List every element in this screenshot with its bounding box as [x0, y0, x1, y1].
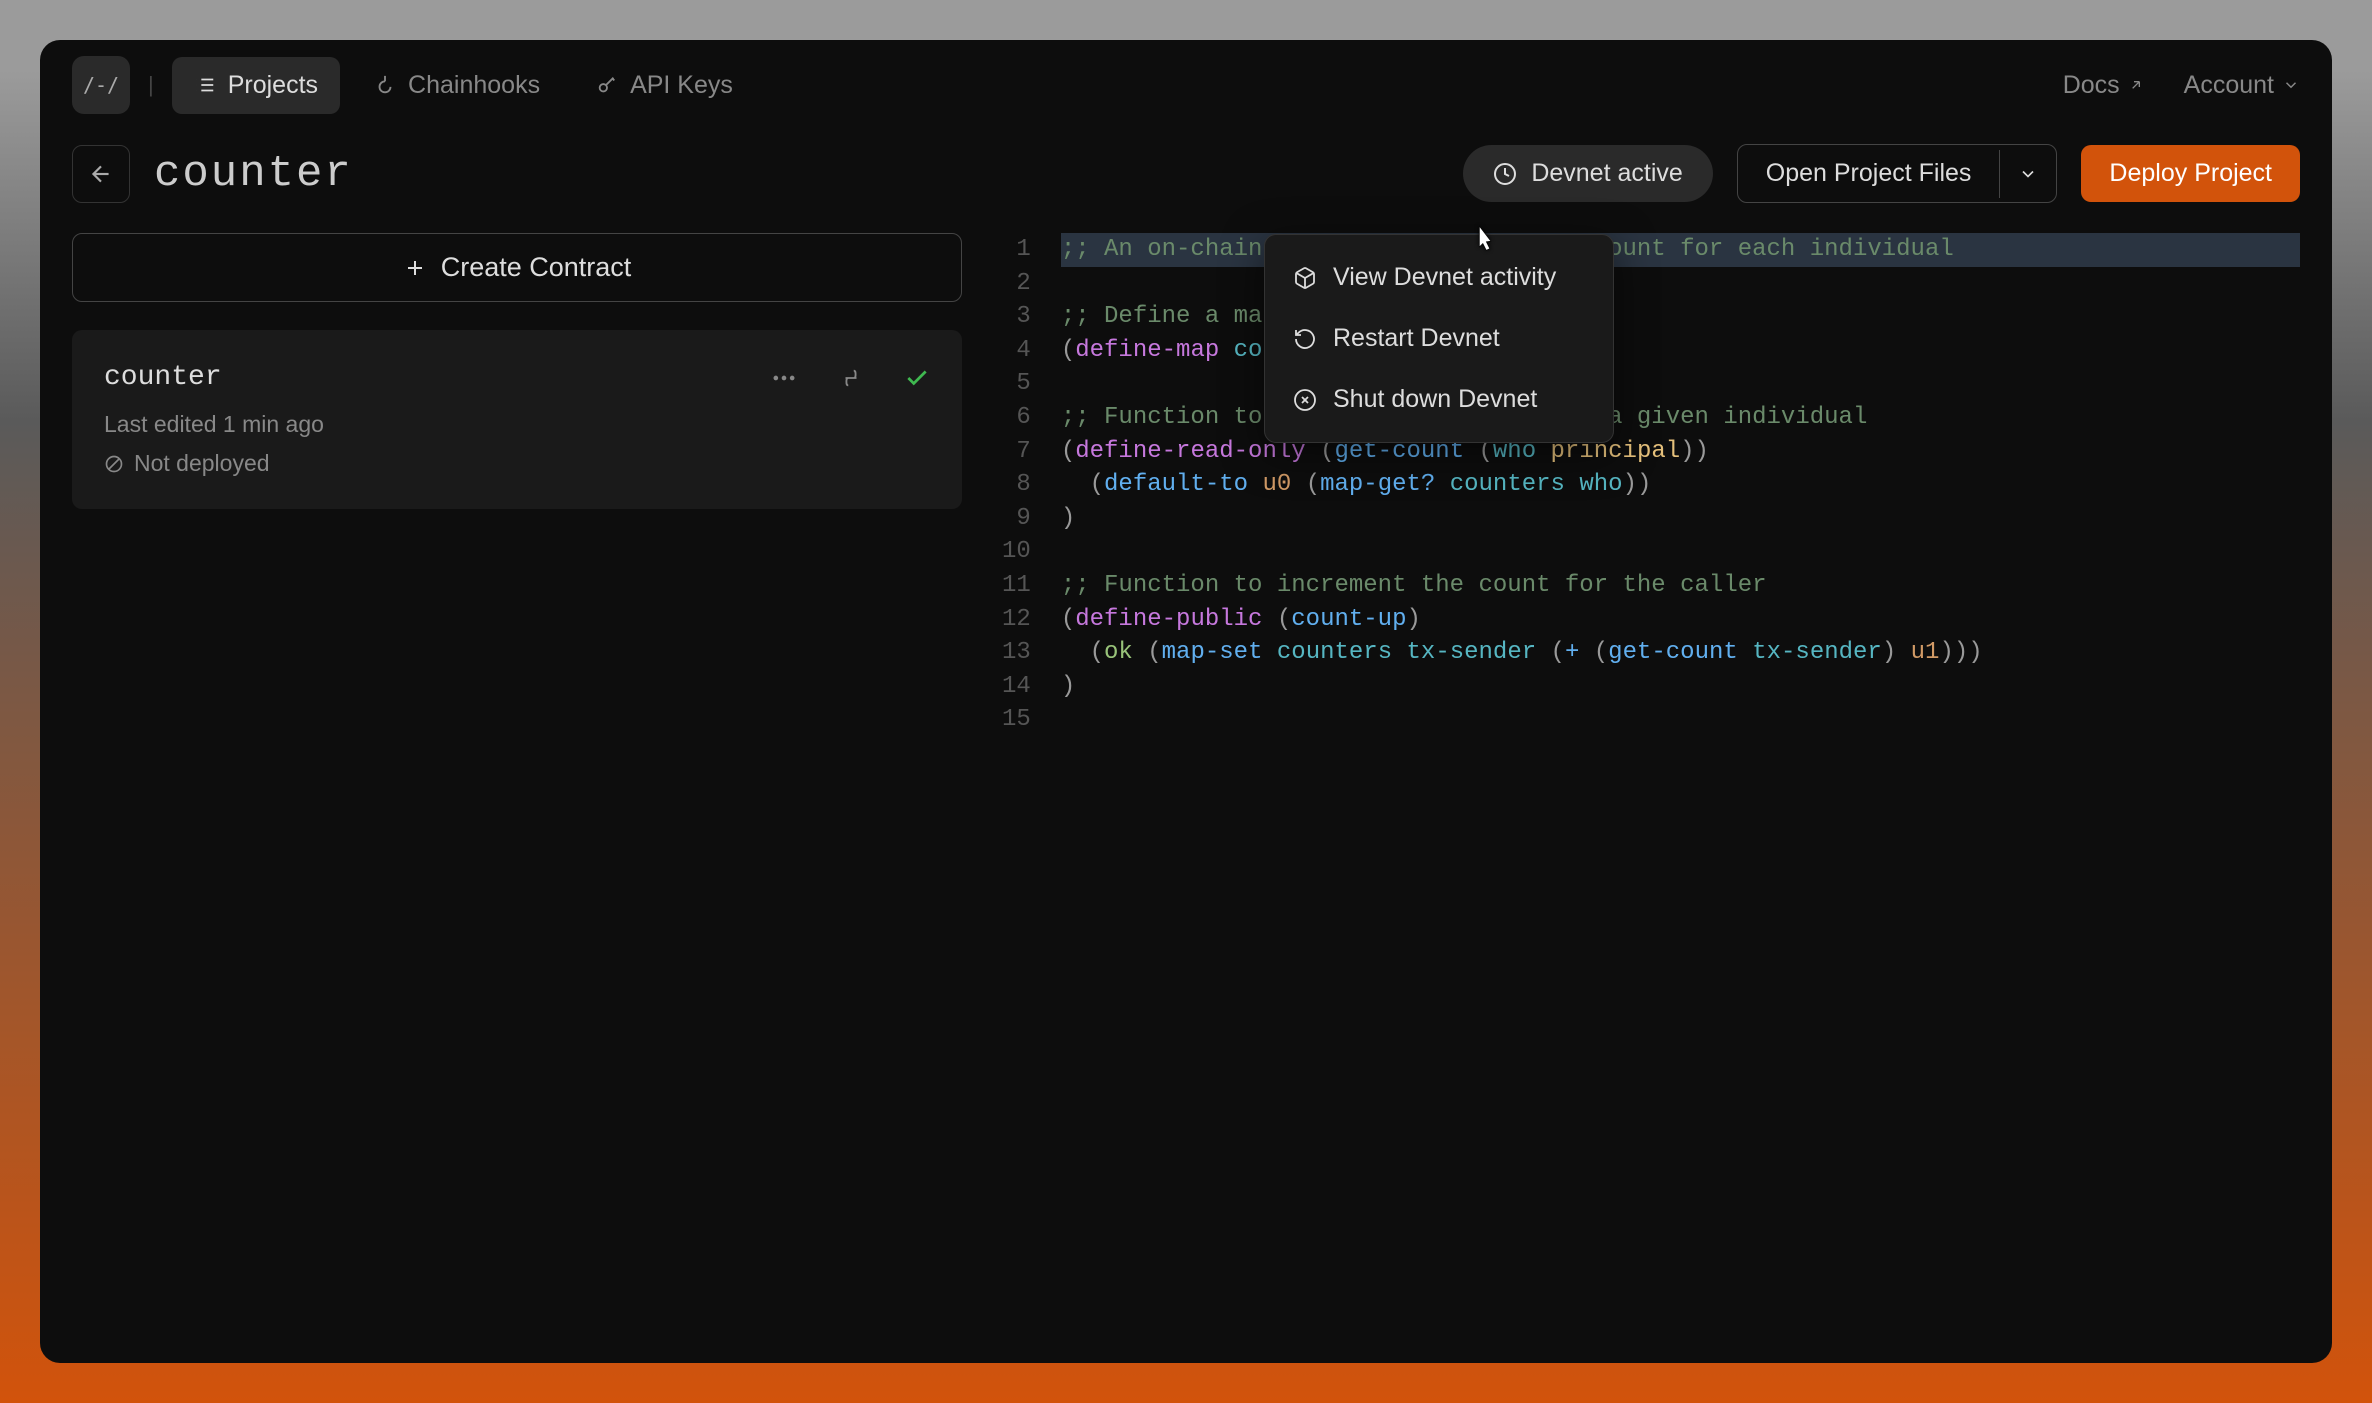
code-line[interactable]: ;; Define a map data structure: [1061, 300, 2300, 334]
devnet-status-button[interactable]: Devnet active: [1463, 145, 1712, 202]
app-window: /-/ | Projects Chainhooks API Keys Docs …: [40, 40, 2332, 1363]
code-line[interactable]: (default-to u0 (map-get? counters who)): [1061, 468, 2300, 502]
external-link-icon: [2128, 77, 2144, 93]
code-line[interactable]: [1061, 535, 2300, 569]
main-content: Create Contract counter: [72, 233, 2300, 1331]
open-project-files-button[interactable]: Open Project Files: [1737, 144, 2058, 203]
devnet-dropdown: View Devnet activity Restart Devnet Shut…: [1264, 234, 1614, 443]
nav-apikeys[interactable]: API Keys: [574, 57, 755, 114]
check-button[interactable]: [904, 365, 930, 391]
code-line[interactable]: [1061, 703, 2300, 737]
back-button[interactable]: [72, 145, 130, 203]
more-button[interactable]: [770, 364, 798, 392]
circle-slash-icon: [104, 454, 124, 474]
create-contract-button[interactable]: Create Contract: [72, 233, 962, 302]
code-line[interactable]: (ok (map-set counters tx-sender (+ (get-…: [1061, 636, 2300, 670]
line-gutter: 123456789101112131415: [1002, 233, 1061, 1331]
check-icon: [904, 365, 930, 391]
logo[interactable]: /-/: [72, 56, 130, 114]
hook-icon: [374, 74, 396, 96]
dropdown-shutdown[interactable]: Shut down Devnet: [1265, 369, 1613, 430]
key-icon: [596, 74, 618, 96]
deployment-status: Not deployed: [104, 450, 930, 477]
code-line[interactable]: ): [1061, 670, 2300, 704]
project-header: counter Devnet active Open Project Files…: [72, 130, 2300, 233]
chevron-down-icon: [2282, 76, 2300, 94]
deploy-project-button[interactable]: Deploy Project: [2081, 145, 2300, 202]
content-area: counter Devnet active Open Project Files…: [40, 130, 2332, 1363]
cube-icon: [1293, 266, 1317, 290]
function-button[interactable]: [840, 365, 862, 391]
nav-docs[interactable]: Docs: [2063, 71, 2144, 100]
code-line[interactable]: ;; An on-chain counter that stores a cou…: [1061, 233, 2300, 267]
plus-icon: [403, 256, 427, 280]
code-line[interactable]: (define-read-only (get-count (who princi…: [1061, 435, 2300, 469]
project-title: counter: [154, 149, 353, 199]
list-icon: [194, 74, 216, 96]
code-line[interactable]: [1061, 367, 2300, 401]
nav-item-label: Projects: [228, 71, 318, 100]
code-line[interactable]: ;; Function to retrieve the count for a …: [1061, 401, 2300, 435]
dropdown-view-activity[interactable]: View Devnet activity: [1265, 247, 1613, 308]
nav-bar: /-/ | Projects Chainhooks API Keys Docs …: [40, 40, 2332, 130]
contract-card[interactable]: counter Last: [72, 330, 962, 509]
x-circle-icon: [1293, 388, 1317, 412]
code-line[interactable]: [1061, 267, 2300, 301]
function-icon: [840, 365, 862, 391]
nav-account[interactable]: Account: [2184, 71, 2300, 100]
code-editor[interactable]: 123456789101112131415 ;; An on-chain cou…: [1002, 233, 2300, 1331]
code-line[interactable]: ;; Function to increment the count for t…: [1061, 569, 2300, 603]
more-horizontal-icon: [770, 364, 798, 392]
clock-icon: [1493, 162, 1517, 186]
nav-chainhooks[interactable]: Chainhooks: [352, 57, 562, 114]
arrow-left-icon: [88, 161, 114, 187]
chevron-down-icon[interactable]: [1999, 150, 2056, 198]
code-line[interactable]: ): [1061, 502, 2300, 536]
code-line[interactable]: (define-public (count-up): [1061, 603, 2300, 637]
sidebar: Create Contract counter: [72, 233, 962, 1331]
contract-last-edited: Last edited 1 min ago: [104, 411, 930, 438]
nav-item-label: API Keys: [630, 71, 733, 100]
refresh-icon: [1293, 327, 1317, 351]
nav-divider: |: [148, 72, 154, 98]
cursor-icon: [1470, 224, 1498, 256]
nav-right: Docs Account: [2063, 71, 2300, 100]
code-line[interactable]: (define-map counters principal uint): [1061, 334, 2300, 368]
nav-item-label: Chainhooks: [408, 71, 540, 100]
nav-projects[interactable]: Projects: [172, 57, 340, 114]
contract-name: counter: [104, 362, 746, 393]
code-lines[interactable]: ;; An on-chain counter that stores a cou…: [1061, 233, 2300, 1331]
dropdown-restart[interactable]: Restart Devnet: [1265, 308, 1613, 369]
